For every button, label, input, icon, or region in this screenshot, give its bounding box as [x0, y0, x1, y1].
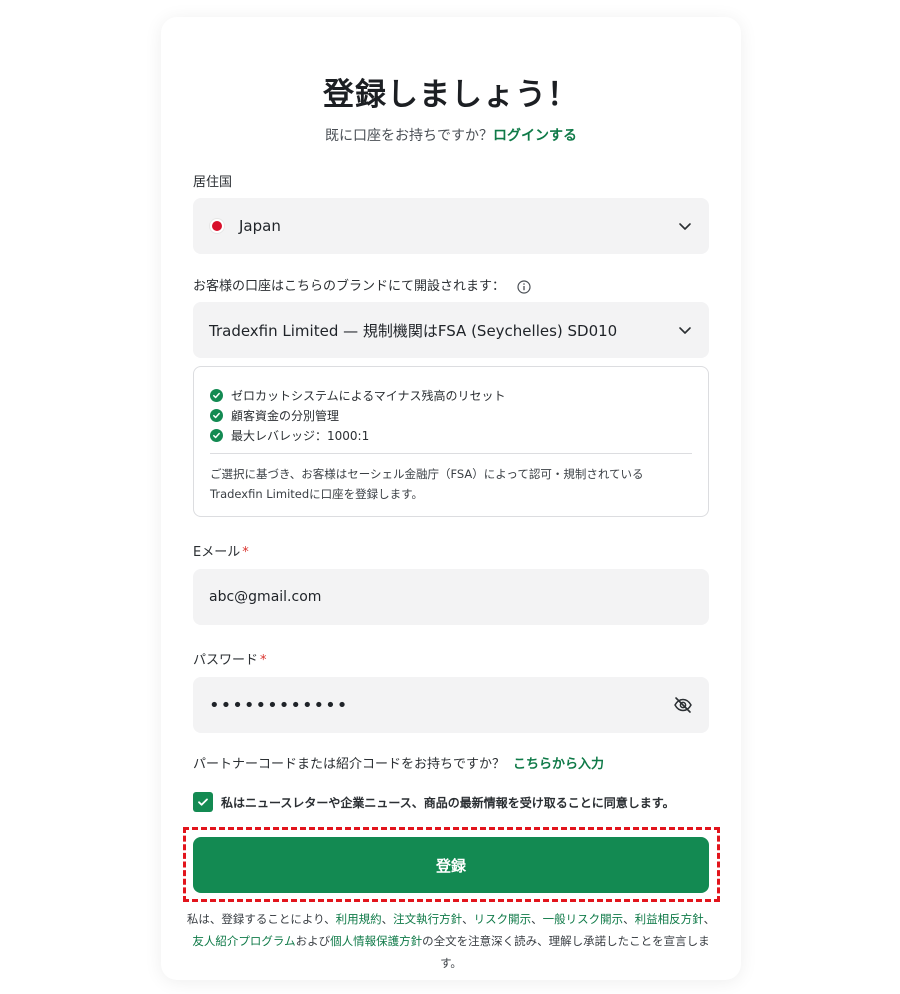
benefit-text: ゼロカットシステムによるマイナス残高のリセット	[231, 388, 506, 403]
privacy-policy-link[interactable]: 個人情報保護方針	[330, 934, 422, 948]
email-label-text: Eメール	[193, 545, 241, 560]
divider	[210, 453, 692, 454]
benefit-text: 顧客資金の分別管理	[231, 408, 340, 423]
password-label: パスワード *	[193, 649, 267, 668]
password-value: ••••••••••••	[209, 694, 349, 716]
benefit-text: 最大レバレッジ：1000:1	[231, 428, 370, 443]
country-select[interactable]: Japan	[193, 198, 709, 254]
email-value: abc@gmail.com	[209, 589, 322, 605]
brand-note: ご選択に基づき、お客様はセーシェル金融庁（FSA）によって認可・規制されているT…	[210, 467, 644, 501]
newsletter-consent[interactable]: 私はニュースレターや企業ニュース、商品の最新情報を受け取ることに同意します。	[193, 792, 675, 812]
legal-disclaimer: 私は、登録することにより、利用規約、注文執行方針、リスク開示、一般リスク開示、利…	[185, 908, 717, 974]
referral-program-link[interactable]: 友人紹介プログラム	[192, 934, 295, 948]
required-mark: *	[242, 545, 249, 560]
partner-code-prompt: パートナーコードまたは紹介コードをお持ちですか？ こちらから入力	[193, 753, 604, 772]
legal-prefix: 私は、登録することにより、	[186, 912, 336, 926]
email-label: Eメール *	[193, 541, 249, 560]
legal-separator: 、	[462, 912, 474, 926]
partner-code-text: パートナーコードまたは紹介コードをお持ちですか？	[193, 757, 506, 772]
password-label-text: パスワード	[193, 653, 259, 668]
partner-code-link[interactable]: こちらから入力	[513, 757, 604, 772]
benefit-item: 最大レバレッジ：1000:1	[210, 425, 692, 445]
legal-separator: 、	[703, 912, 716, 926]
brand-select[interactable]: Tradexfin Limited — 規制機関はFSA (Seychelles…	[193, 302, 709, 358]
legal-separator: 、	[381, 912, 394, 926]
legal-separator: 、	[623, 912, 635, 926]
check-circle-icon	[210, 428, 223, 442]
brand-label-text: お客様の口座はこちらのブランドにて開設されます：	[193, 279, 506, 294]
japan-flag-icon	[209, 218, 225, 234]
checkmark-icon	[198, 798, 208, 806]
page-title: 登録しましょう！	[323, 77, 579, 113]
legal-separator: 、	[531, 912, 543, 926]
login-prompt: 既に口座をお持ちですか？ログインする	[161, 125, 741, 145]
registration-card: 登録しましょう！ 既に口座をお持ちですか？ログインする 居住国 Japan お客…	[161, 17, 741, 980]
brand-benefits-box: ゼロカットシステムによるマイナス残高のリセット 顧客資金の分別管理 最大レバレッ…	[193, 366, 709, 517]
legal-and: および	[295, 934, 331, 948]
login-prompt-text: 既に口座をお持ちですか？	[325, 128, 493, 144]
general-risk-disclosure-link[interactable]: 一般リスク開示	[543, 912, 624, 926]
legal-suffix: の全文を注意深く読み、理解し承諾したことを宣言します。	[422, 934, 710, 970]
newsletter-consent-text: 私はニュースレターや企業ニュース、商品の最新情報を受け取ることに同意します。	[221, 795, 675, 810]
brand-value: Tradexfin Limited — 規制機関はFSA (Seychelles…	[209, 321, 618, 340]
country-value: Japan	[239, 217, 281, 235]
login-link[interactable]: ログインする	[493, 128, 577, 144]
check-circle-icon	[210, 408, 223, 422]
newsletter-checkbox[interactable]	[193, 792, 213, 812]
info-icon[interactable]	[517, 279, 531, 294]
brand-label: お客様の口座はこちらのブランドにて開設されます：	[193, 275, 531, 294]
risk-disclosure-link[interactable]: リスク開示	[474, 912, 532, 926]
chevron-down-icon	[679, 223, 691, 230]
check-circle-icon	[210, 388, 223, 402]
eye-off-icon[interactable]	[673, 695, 693, 715]
terms-link[interactable]: 利用規約	[336, 912, 382, 926]
execution-policy-link[interactable]: 注文執行方針	[393, 912, 462, 926]
chevron-down-icon	[679, 327, 691, 334]
benefit-item: 顧客資金の分別管理	[210, 405, 692, 425]
register-button[interactable]: 登録	[193, 837, 709, 893]
required-mark: *	[260, 653, 267, 668]
email-field[interactable]: abc@gmail.com	[193, 569, 709, 625]
conflict-of-interest-link[interactable]: 利益相反方針	[635, 912, 704, 926]
country-label: 居住国	[193, 175, 233, 190]
benefit-item: ゼロカットシステムによるマイナス残高のリセット	[210, 385, 692, 405]
password-field[interactable]: ••••••••••••	[193, 677, 709, 733]
